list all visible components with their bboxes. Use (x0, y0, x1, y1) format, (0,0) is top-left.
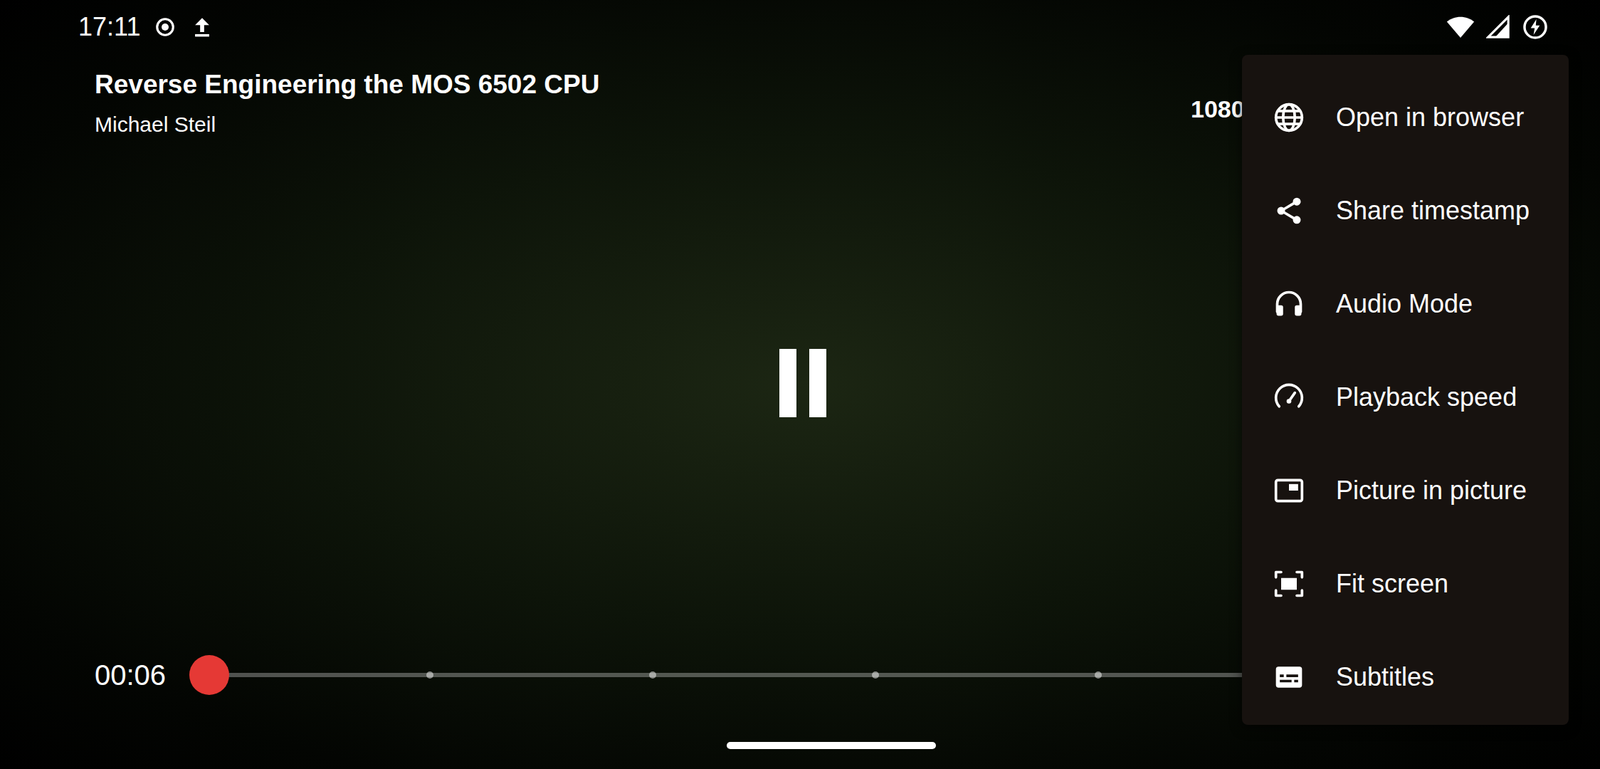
clock: 17:11 (78, 11, 141, 43)
speedometer-icon (1273, 381, 1305, 413)
headphones-icon (1273, 288, 1305, 320)
picture-in-picture-icon (1273, 474, 1305, 507)
play-pause-button[interactable] (764, 347, 836, 419)
position-time: 00:06 (94, 658, 166, 692)
player-screen: 17:11 Reverse Engineering the MOS 6502 C… (0, 0, 1600, 769)
menu-item[interactable]: Fit screen (1241, 536, 1569, 630)
menu-item-label: Share timestamp (1335, 195, 1530, 227)
seek-thumb[interactable] (189, 654, 230, 695)
chapter-marker (871, 671, 880, 679)
menu-item-label: Picture in picture (1335, 474, 1527, 507)
menu-item[interactable]: Share timestamp (1241, 163, 1569, 257)
chapter-marker (1094, 671, 1102, 679)
menu-item-label: Fit screen (1335, 567, 1449, 600)
share-icon (1273, 195, 1305, 227)
chapter-marker (649, 671, 657, 679)
menu-item[interactable]: Audio Mode (1241, 256, 1569, 351)
menu-item[interactable]: Playback speed (1241, 350, 1569, 444)
overflow-menu: Open in browser Share timestamp Audio Mode… (1241, 54, 1569, 725)
quality-label[interactable]: 1080 (1190, 93, 1245, 124)
chapter-marker (426, 671, 434, 679)
upload-icon (190, 14, 215, 40)
video-title: Reverse Engineering the MOS 6502 CPU (94, 68, 600, 102)
status-bar: 17:11 (0, 0, 1600, 55)
menu-item[interactable]: Subtitles (1241, 629, 1569, 724)
wifi-icon (1446, 14, 1475, 40)
channel-name[interactable]: Michael Steil (94, 111, 600, 139)
seek-track[interactable] (207, 672, 1321, 677)
video-info: Reverse Engineering the MOS 6502 CPU Mic… (94, 68, 600, 139)
battery-saver-icon (1521, 13, 1549, 41)
menu-item-label: Playback speed (1335, 381, 1517, 413)
menu-item[interactable]: Open in browser (1241, 70, 1569, 164)
menu-item-label: Subtitles (1335, 661, 1435, 693)
subtitles-icon (1273, 661, 1305, 693)
globe-icon (1273, 101, 1305, 134)
menu-item-label: Audio Mode (1335, 288, 1473, 320)
record-dot-icon (154, 16, 176, 38)
menu-item-label: Open in browser (1335, 101, 1524, 134)
pause-icon (767, 347, 833, 419)
home-indicator[interactable] (726, 741, 936, 749)
fit-screen-icon (1273, 567, 1305, 600)
menu-item[interactable]: Picture in picture (1241, 443, 1569, 537)
signal-icon (1486, 14, 1511, 40)
